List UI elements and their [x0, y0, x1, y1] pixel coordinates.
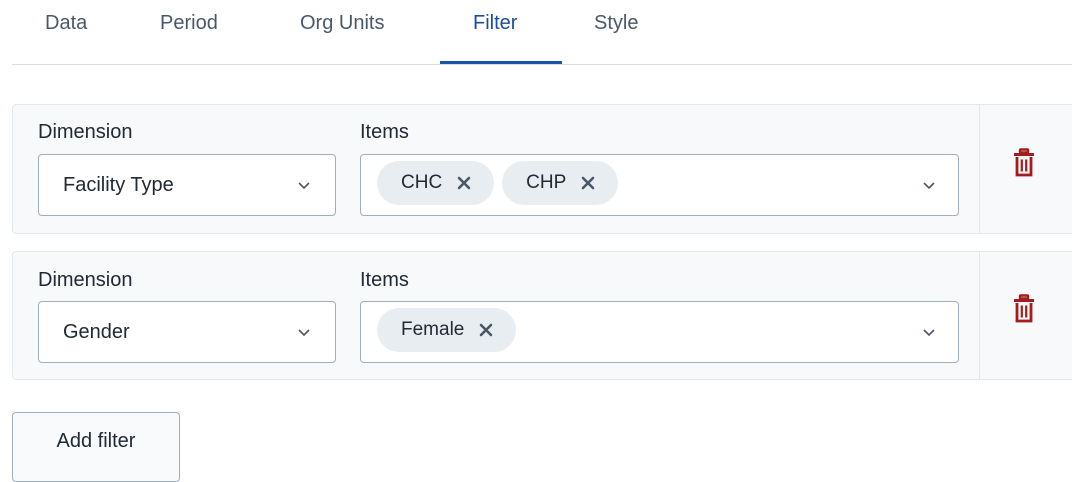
- dimension-value: Gender: [63, 320, 130, 343]
- item-chip[interactable]: CHP: [502, 161, 619, 205]
- item-chips: CHC CHP: [377, 161, 619, 205]
- close-icon[interactable]: [456, 175, 472, 191]
- add-filter-button[interactable]: Add filter: [12, 412, 180, 482]
- dimension-select[interactable]: Gender: [38, 301, 336, 363]
- items-select[interactable]: Female: [360, 301, 959, 363]
- dimension-value: Facility Type: [63, 173, 174, 196]
- tab-org-units[interactable]: Org Units: [300, 8, 384, 38]
- chevron-down-icon: [923, 182, 935, 190]
- card-divider: [979, 105, 980, 233]
- item-chip[interactable]: CHC: [377, 161, 495, 205]
- dimension-label: Dimension: [38, 121, 133, 143]
- item-chips: Female: [377, 308, 517, 352]
- items-label: Items: [360, 121, 409, 143]
- chevron-down-icon: [298, 182, 310, 190]
- chevron-down-icon: [298, 329, 310, 337]
- chevron-down-icon: [923, 329, 935, 337]
- trash-icon[interactable]: [1013, 148, 1035, 178]
- trash-icon[interactable]: [1013, 294, 1035, 324]
- item-chip-label: CHC: [401, 172, 443, 193]
- filter-row: Dimension Items Gender Female: [12, 251, 1072, 380]
- close-icon[interactable]: [478, 322, 494, 338]
- close-icon[interactable]: [580, 175, 596, 191]
- tab-period[interactable]: Period: [160, 8, 218, 38]
- item-chip[interactable]: Female: [377, 308, 517, 352]
- tab-data[interactable]: Data: [45, 8, 87, 38]
- tab-divider: [12, 64, 1072, 65]
- item-chip-label: CHP: [526, 172, 567, 193]
- dimension-select[interactable]: Facility Type: [38, 154, 336, 216]
- tab-bar: Data Period Org Units Filter Style: [0, 0, 1072, 66]
- items-label: Items: [360, 269, 409, 291]
- dimension-label: Dimension: [38, 269, 133, 291]
- tab-style[interactable]: Style: [594, 8, 638, 38]
- item-chip-label: Female: [401, 319, 465, 340]
- tab-filter[interactable]: Filter: [473, 8, 517, 38]
- items-select[interactable]: CHC CHP: [360, 154, 959, 216]
- card-divider: [979, 252, 980, 379]
- filter-row: Dimension Items Facility Type CHC CHP: [12, 104, 1072, 234]
